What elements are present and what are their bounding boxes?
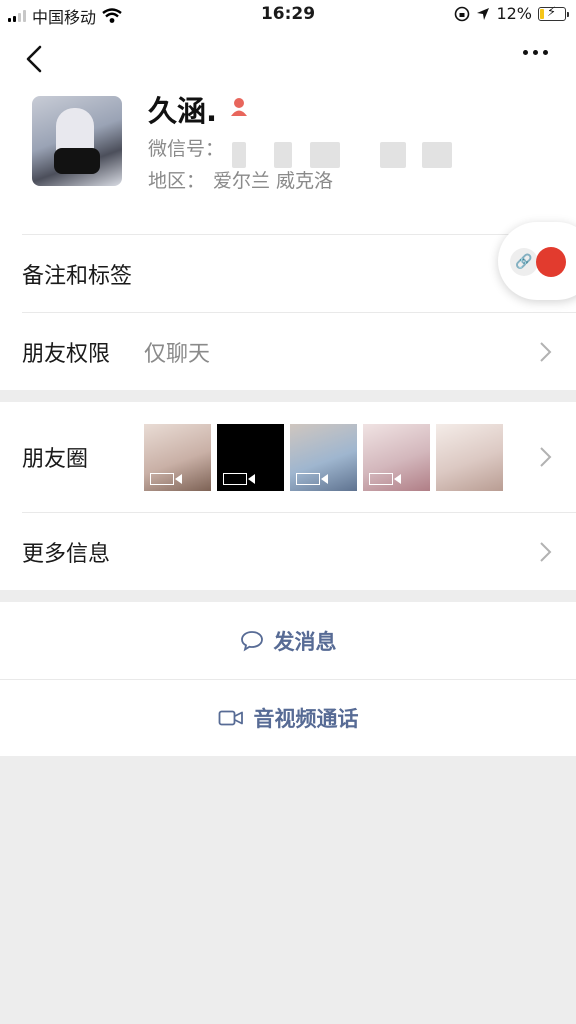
moment-thumb[interactable] <box>144 424 211 491</box>
send-message-button[interactable]: 发消息 <box>0 602 576 679</box>
chevron-right-icon <box>540 542 552 562</box>
moment-thumb[interactable] <box>436 424 503 491</box>
more-options-icon[interactable] <box>523 50 548 55</box>
moment-thumb[interactable] <box>217 424 284 491</box>
battery-percent: 12% <box>496 4 532 23</box>
chevron-right-icon <box>540 342 552 362</box>
region-label: 地区： <box>148 170 206 192</box>
video-camera-icon <box>218 710 243 726</box>
profile-name: 久涵. <box>148 94 218 128</box>
avatar[interactable] <box>32 96 122 186</box>
moment-thumb[interactable] <box>363 424 430 491</box>
video-icon <box>369 473 401 485</box>
moment-thumb[interactable] <box>290 424 357 491</box>
region-value: 爱尔兰 威克洛 <box>213 170 334 192</box>
moments-section: 朋友圈 更多信息 <box>0 402 576 590</box>
chat-bubble-icon <box>240 630 263 651</box>
permissions-row[interactable]: 朋友权限 仅聊天 <box>22 312 576 390</box>
video-call-label: 音视频通话 <box>253 707 359 731</box>
moments-thumbnails[interactable] <box>144 424 503 491</box>
send-message-label: 发消息 <box>273 629 337 654</box>
more-info-row[interactable]: 更多信息 <box>22 512 576 590</box>
app-logo-icon <box>536 247 566 277</box>
orientation-lock-icon <box>455 6 470 21</box>
region-info: 地区： 爱尔兰 威克洛 <box>148 166 333 193</box>
moments-label: 朋友圈 <box>22 447 89 472</box>
wechat-id-label: 微信号： <box>148 138 225 160</box>
permissions-value: 仅聊天 <box>144 341 211 367</box>
more-info-label: 更多信息 <box>22 541 111 567</box>
actions-section: 发消息 音视频通话 <box>0 602 576 756</box>
chevron-right-icon <box>540 447 552 467</box>
permissions-label: 朋友权限 <box>22 341 111 367</box>
status-right: 12% ⚡ <box>454 4 569 23</box>
video-icon <box>150 473 182 485</box>
remarks-label: 备注和标签 <box>22 263 133 289</box>
location-icon <box>477 7 490 20</box>
floating-window[interactable]: 🔗 <box>498 222 576 300</box>
video-call-button[interactable]: 音视频通话 <box>0 679 576 756</box>
status-bar: 中国移动 16:29 12% ⚡ <box>0 0 576 30</box>
profile-card: 久涵. 微信号： 地区： 爱尔兰 威克洛 备注和标签 朋友权限 仅聊天 🔗 <box>0 30 576 390</box>
female-icon <box>231 98 247 116</box>
battery-icon: ⚡ <box>538 5 569 21</box>
back-icon[interactable] <box>20 44 50 74</box>
link-icon: 🔗 <box>510 248 538 276</box>
video-icon <box>223 473 255 485</box>
video-icon <box>296 473 328 485</box>
remarks-row[interactable]: 备注和标签 <box>22 234 576 312</box>
